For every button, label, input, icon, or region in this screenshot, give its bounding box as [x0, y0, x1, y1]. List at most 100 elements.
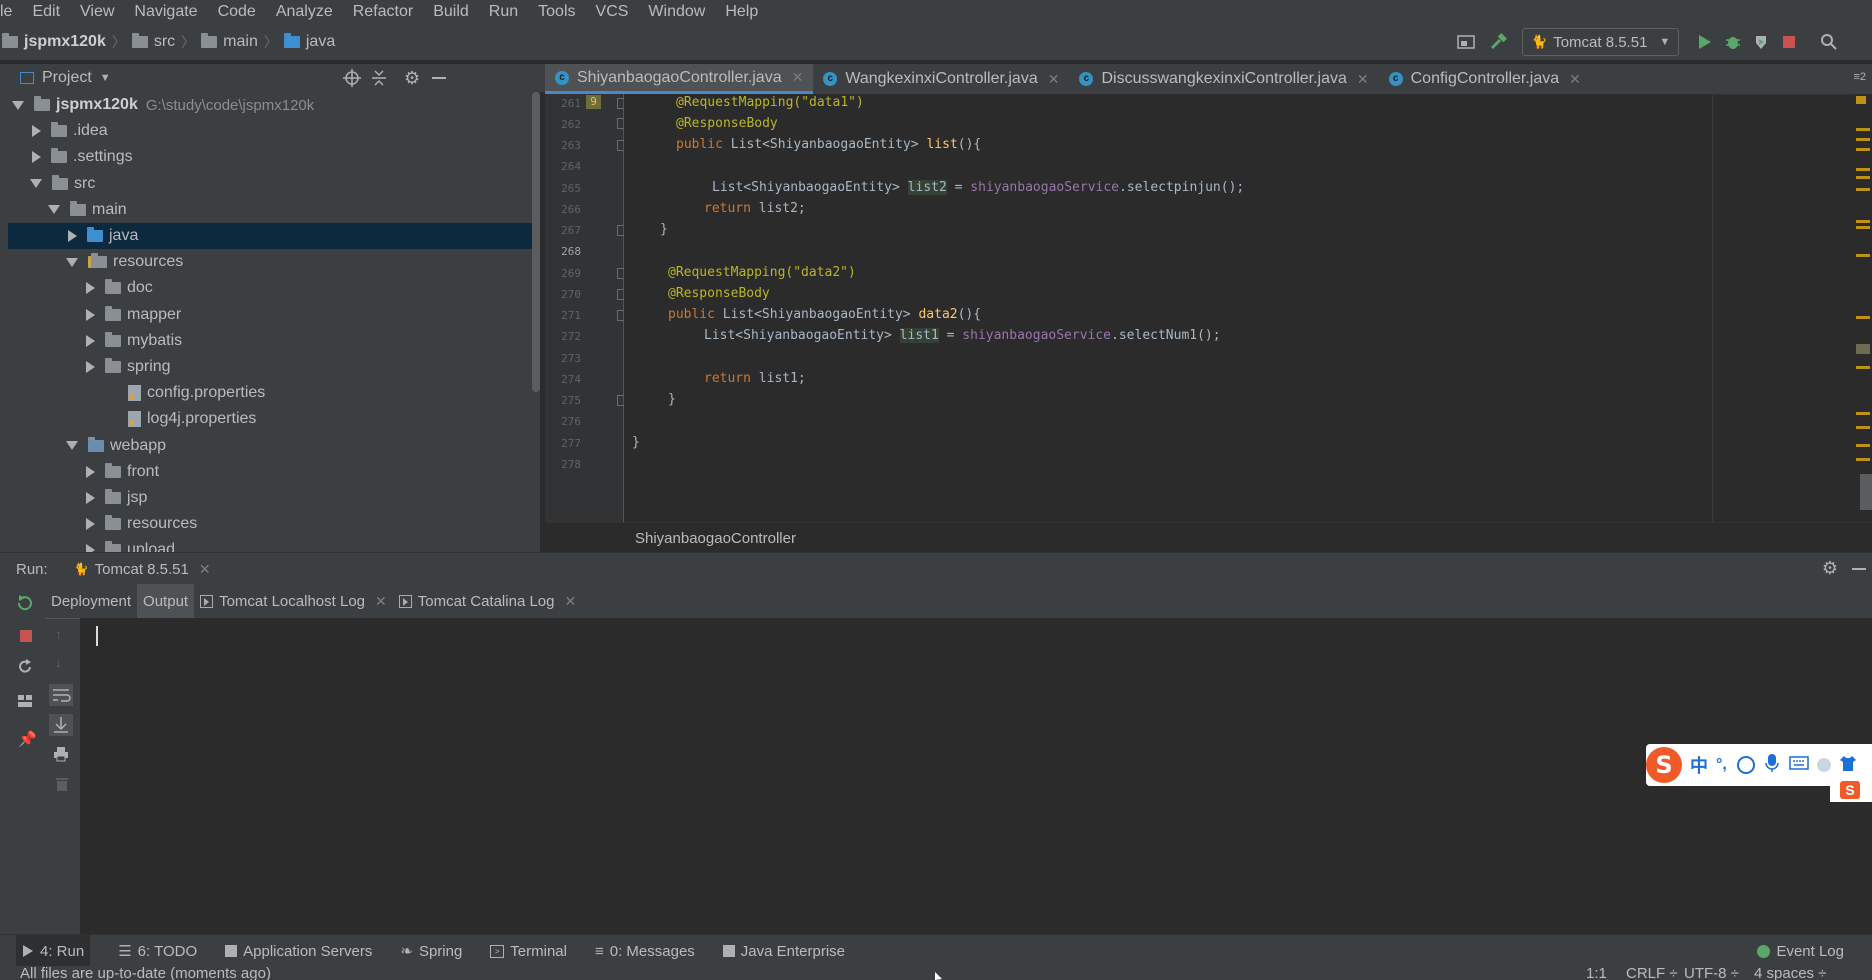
- menu-navigate[interactable]: Navigate: [124, 0, 207, 24]
- close-icon[interactable]: ✕: [564, 593, 576, 610]
- marker[interactable]: [1856, 176, 1870, 179]
- menu-tools[interactable]: Tools: [528, 0, 585, 24]
- ime-punctuation-toggle[interactable]: °,: [1716, 756, 1727, 774]
- gear-icon[interactable]: ⚙: [404, 68, 420, 89]
- menu-code[interactable]: Code: [208, 0, 266, 24]
- run-config-tab[interactable]: 🐈 Tomcat 8.5.51 ✕: [74, 561, 211, 578]
- tab-output[interactable]: Output: [137, 584, 195, 618]
- menu-run[interactable]: Run: [479, 0, 528, 24]
- menu-refactor[interactable]: Refactor: [343, 0, 423, 24]
- ime-language-toggle[interactable]: 中: [1690, 752, 1708, 778]
- tree-item-spring[interactable]: spring: [8, 354, 540, 380]
- print-icon[interactable]: [53, 746, 69, 766]
- breadcrumb-java[interactable]: java: [283, 33, 335, 51]
- tree-item-mapper[interactable]: mapper: [8, 302, 540, 328]
- marker[interactable]: [1856, 168, 1870, 171]
- editor-scroll-thumb[interactable]: [1860, 474, 1872, 510]
- menu-vcs[interactable]: VCS: [586, 0, 639, 24]
- locate-icon[interactable]: [343, 69, 361, 91]
- code-editor[interactable]: @RequestMapping("data1") @ResponseBody p…: [624, 94, 1714, 522]
- rerun-icon[interactable]: [16, 594, 34, 616]
- close-icon[interactable]: ✕: [199, 561, 211, 578]
- scroll-to-end-icon[interactable]: [49, 714, 73, 736]
- line-separator[interactable]: CRLF ÷: [1626, 966, 1678, 980]
- marker[interactable]: [1856, 188, 1870, 191]
- marker[interactable]: [1856, 366, 1870, 369]
- emoji-icon[interactable]: [1736, 756, 1755, 774]
- tree-item-config-properties[interactable]: config.properties: [8, 380, 540, 406]
- marker[interactable]: [1856, 444, 1870, 447]
- tool-terminal[interactable]: > Terminal: [490, 935, 567, 967]
- tool-application-servers[interactable]: Application Servers: [225, 935, 372, 967]
- marker[interactable]: [1856, 412, 1870, 415]
- stop-icon[interactable]: [1775, 28, 1803, 56]
- error-stripe[interactable]: [1852, 94, 1872, 522]
- tree-item-main[interactable]: main: [8, 197, 540, 223]
- run-icon[interactable]: [1691, 28, 1719, 56]
- tree-item-jsp[interactable]: jsp: [8, 485, 540, 511]
- tab-wangkexinxi-controller[interactable]: c WangkexinxiController.java ✕: [813, 64, 1069, 94]
- tool-event-log[interactable]: Event Log: [1757, 935, 1844, 967]
- file-encoding[interactable]: UTF-8 ÷: [1684, 966, 1739, 980]
- collapse-all-icon[interactable]: [370, 69, 388, 91]
- close-icon[interactable]: ✕: [1569, 71, 1581, 88]
- tab-shiyanbaogao-controller[interactable]: c ShiyanbaogaoController.java ✕: [545, 64, 814, 94]
- menu-file[interactable]: le: [0, 0, 22, 24]
- marker[interactable]: [1856, 254, 1870, 257]
- menu-build[interactable]: Build: [423, 0, 479, 24]
- tool-messages[interactable]: ≡ 0: Messages: [595, 935, 695, 967]
- soft-wrap-icon[interactable]: [49, 684, 73, 706]
- sogou-logo-icon[interactable]: S: [1646, 747, 1682, 783]
- coverage-icon[interactable]: [1747, 28, 1775, 56]
- marker[interactable]: [1856, 128, 1870, 131]
- project-view-dropdown[interactable]: Project ▼: [42, 69, 111, 87]
- layout-icon[interactable]: [17, 694, 33, 712]
- project-scrollbar[interactable]: [532, 92, 540, 392]
- keyboard-icon[interactable]: [1789, 756, 1809, 774]
- tree-item-webapp[interactable]: webapp: [8, 432, 540, 458]
- tree-item-webapp-resources[interactable]: resources: [8, 511, 540, 537]
- marker[interactable]: [1856, 226, 1870, 229]
- menu-edit[interactable]: Edit: [22, 0, 70, 24]
- marker[interactable]: [1856, 220, 1870, 223]
- tree-item-upload[interactable]: upload: [8, 537, 540, 552]
- menu-analyze[interactable]: Analyze: [266, 0, 343, 24]
- skin-shirt-icon[interactable]: [1839, 754, 1857, 776]
- run-config-dropdown[interactable]: 🐈 Tomcat 8.5.51 ▼: [1522, 28, 1680, 56]
- marker[interactable]: [1856, 148, 1870, 151]
- menu-view[interactable]: View: [70, 0, 124, 24]
- menu-help[interactable]: Help: [715, 0, 768, 24]
- tree-item-doc[interactable]: doc: [8, 275, 540, 301]
- marker[interactable]: [1856, 458, 1870, 461]
- sogou-small-icon[interactable]: S: [1840, 781, 1860, 799]
- trash-icon[interactable]: [55, 776, 69, 796]
- tree-item-resources[interactable]: resources: [8, 249, 540, 275]
- tree-item-root[interactable]: jspmx120k G:\study\code\jspmx120k: [8, 92, 540, 118]
- pin-icon[interactable]: 📌: [18, 730, 37, 748]
- breadcrumb-project[interactable]: jspmx120k: [2, 33, 106, 51]
- tree-item-log4j-properties[interactable]: log4j.properties: [8, 406, 540, 432]
- gear-icon[interactable]: ⚙: [1822, 558, 1838, 579]
- tab-deployment[interactable]: Deployment: [45, 584, 137, 618]
- tree-item-java[interactable]: java: [8, 222, 540, 250]
- marker[interactable]: [1856, 138, 1870, 141]
- down-arrow-icon[interactable]: ↓: [55, 654, 62, 670]
- indent-setting[interactable]: 4 spaces ÷: [1754, 966, 1826, 980]
- breadcrumb-class[interactable]: ShiyanbaogaoController: [635, 530, 796, 547]
- search-icon[interactable]: [1815, 28, 1843, 56]
- tool-java-enterprise[interactable]: Java Enterprise: [722, 935, 845, 967]
- tab-overflow-button[interactable]: ≡2: [1853, 71, 1866, 83]
- close-icon[interactable]: ✕: [792, 69, 804, 86]
- user-icon[interactable]: [1816, 758, 1831, 772]
- restart-icon[interactable]: [16, 658, 34, 680]
- marker[interactable]: [1856, 344, 1870, 354]
- up-arrow-icon[interactable]: ↑: [55, 626, 62, 642]
- tab-tomcat-localhost-log[interactable]: Tomcat Localhost Log ✕: [194, 584, 393, 618]
- tree-item-mybatis[interactable]: mybatis: [8, 328, 540, 354]
- tool-run[interactable]: 4: Run: [16, 935, 91, 967]
- tool-todo[interactable]: ☰ 6: TODO: [118, 935, 197, 967]
- tree-item-src[interactable]: src: [8, 171, 540, 197]
- breadcrumb-main[interactable]: main: [201, 33, 258, 51]
- minimize-icon[interactable]: [432, 77, 446, 79]
- close-icon[interactable]: ✕: [1357, 71, 1369, 88]
